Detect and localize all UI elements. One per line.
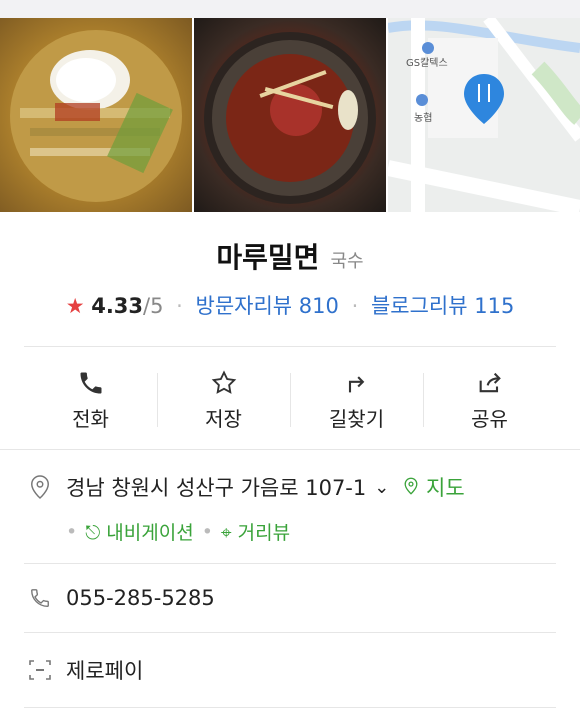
share-button[interactable]: 공유 (423, 365, 556, 435)
save-button[interactable]: 저장 (157, 365, 290, 435)
navigation-text: 내비게이션 (106, 522, 194, 544)
street-view-pin-icon: ⌖ (220, 522, 232, 544)
bullet-dot: • (66, 520, 78, 543)
address-subrow: • ⎋ 내비게이션 • ⌖ 거리뷰 (66, 518, 556, 563)
map-link[interactable]: 지도 (403, 472, 465, 502)
title-row: 마루밀면 국수 (0, 236, 580, 276)
visitor-reviews-link[interactable]: 방문자리뷰 810 (196, 294, 339, 318)
action-bar: 전화 저장 길찾기 공유 (24, 365, 556, 435)
navigation-icon: ⎋ (85, 522, 101, 544)
divider (24, 346, 556, 347)
restaurant-photo-1[interactable] (0, 18, 192, 212)
directions-label: 길찾기 (328, 406, 385, 431)
top-bar (0, 0, 580, 18)
separator-dot: · (176, 294, 183, 318)
call-button[interactable]: 전화 (24, 365, 157, 435)
chevron-down-icon[interactable]: ⌄ (374, 477, 389, 498)
phone-row[interactable]: 055-285-5285 (24, 564, 556, 632)
address-text: 경남 창원시 성산구 가음로 107-1 (66, 476, 367, 500)
navigation-link[interactable]: ⎋ 내비게이션 (85, 518, 193, 545)
zeropay-icon (24, 659, 56, 681)
restaurant-category: 국수 (330, 251, 364, 272)
location-pin-icon (24, 474, 56, 500)
map-label-gs: GS칼텍스 (406, 56, 448, 69)
save-label: 저장 (205, 406, 242, 431)
share-label: 공유 (471, 406, 508, 431)
map-label-nh: 농협 (414, 111, 432, 124)
street-view-text: 거리뷰 (237, 522, 291, 544)
rating-outof: /5 (143, 294, 164, 318)
share-icon (479, 372, 501, 392)
photo-strip: GS칼텍스 농협 (0, 18, 580, 212)
noodle-bowl-image (10, 30, 182, 202)
details-section: 경남 창원시 성산구 가음로 107-1 ⌄ 지도 • ⎋ 내비게이션 • ⌖ … (0, 450, 580, 708)
location-map-thumbnail[interactable]: GS칼텍스 농협 (388, 18, 580, 212)
directions-button[interactable]: 길찾기 (290, 365, 423, 435)
map-image: GS칼텍스 농협 (388, 18, 580, 212)
payment-row[interactable]: 제로페이 (24, 633, 556, 707)
phone-number: 055-285-5285 (66, 586, 215, 610)
map-pin-green-icon (404, 477, 418, 495)
phone-outline-icon (24, 587, 56, 609)
separator-dot: · (351, 294, 359, 318)
call-label: 전화 (72, 406, 109, 431)
map-link-text: 지도 (426, 476, 465, 500)
restaurant-title: 마루밀면 (216, 241, 320, 274)
rating-row: ★ 4.33/5 · 방문자리뷰 810 · 블로그리뷰 115 (0, 290, 580, 320)
star-icon: ★ (65, 294, 85, 318)
rating-score: 4.33 (91, 294, 144, 318)
bullet-dot: • (201, 520, 213, 543)
payment-label: 제로페이 (66, 659, 144, 683)
star-outline-icon (211, 369, 236, 394)
restaurant-photo-2[interactable] (194, 18, 386, 212)
street-view-link[interactable]: ⌖ 거리뷰 (221, 518, 290, 545)
directions-icon (348, 375, 364, 392)
address-row: 경남 창원시 성산구 가음로 107-1 ⌄ 지도 (24, 450, 556, 524)
bibim-noodle-image (204, 32, 376, 204)
blog-reviews-link[interactable]: 블로그리뷰 115 (371, 294, 514, 318)
phone-icon (80, 372, 101, 393)
